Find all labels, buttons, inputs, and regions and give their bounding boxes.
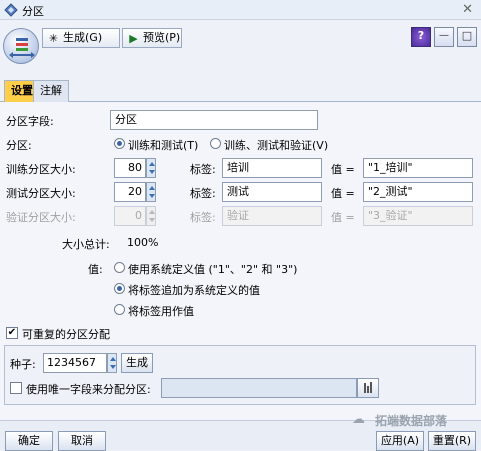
total-size-value: 100% (127, 236, 159, 249)
close-icon[interactable]: ✕ (462, 2, 473, 17)
tab-annotations[interactable]: 注解 (33, 80, 69, 102)
field-picker-button[interactable] (357, 378, 379, 398)
watermark-text: 拓端数据部落 (375, 414, 448, 428)
checkmark-icon: ✔ (7, 327, 17, 338)
radio-labels-as-values[interactable] (114, 304, 125, 315)
apply-button[interactable]: 应用(A) (376, 431, 424, 451)
training-value-input[interactable]: "1_培训" (363, 158, 473, 178)
testing-value-label: 值 = (331, 187, 355, 200)
training-tag-label: 标签: (190, 163, 216, 176)
preview-button[interactable]: ▶ 预览(P) (122, 28, 182, 48)
validation-value-label: 值 = (331, 211, 355, 224)
testing-size-stepper[interactable] (146, 182, 156, 202)
generate-star-icon: ✳ (48, 32, 59, 45)
validation-size-spinner[interactable]: 0 (114, 206, 146, 226)
tab-strip: 设置 注解 (0, 80, 481, 103)
seed-input[interactable]: 1234567 (43, 353, 107, 373)
validation-value-input[interactable]: "3_验证" (363, 206, 473, 226)
title-bar: 分区 ✕ (0, 0, 481, 20)
radio-system-values[interactable] (114, 262, 125, 273)
generate-label: 生成(G) (63, 31, 103, 44)
radio-labels-as-values-label: 将标签用作值 (128, 305, 194, 318)
ok-button[interactable]: 确定 (5, 431, 53, 451)
cancel-button[interactable]: 取消 (58, 431, 106, 451)
training-size-spinner[interactable]: 80 (114, 158, 146, 178)
maximize-icon: □ (461, 29, 473, 42)
training-size-stepper[interactable] (146, 158, 156, 178)
radio-train-test-validate[interactable] (210, 138, 221, 149)
unique-field-checkbox[interactable] (10, 382, 22, 394)
window-title: 分区 (22, 5, 44, 18)
help-icon: ? (417, 29, 425, 42)
app-diamond-icon (4, 3, 18, 17)
tab-settings-label: 设置 (11, 84, 33, 97)
values-label: 值: (88, 263, 103, 276)
minimize-icon: — (439, 30, 449, 41)
field-picker-icon (364, 382, 372, 393)
validation-size-label: 验证分区大小: (6, 211, 76, 224)
repeatable-checkbox[interactable]: ✔ (6, 327, 18, 339)
training-size-label: 训练分区大小: (6, 163, 76, 176)
radio-train-test-validate-label: 训练、测试和验证(V) (224, 139, 329, 152)
radio-append-labels-label: 将标签追加为系统定义的值 (128, 284, 260, 297)
validation-tag-input[interactable]: 验证 (222, 206, 322, 226)
tab-annotations-label: 注解 (40, 84, 62, 97)
validation-size-stepper[interactable] (146, 206, 156, 226)
unique-field-label: 使用唯一字段来分配分区: (26, 383, 151, 396)
watermark-icon: ☁ (352, 412, 365, 427)
training-value-label: 值 = (331, 163, 355, 176)
partition-node-icon (3, 28, 39, 64)
validation-tag-label: 标签: (190, 211, 216, 224)
testing-size-label: 测试分区大小: (6, 187, 76, 200)
testing-value-input[interactable]: "2_测试" (363, 182, 473, 202)
testing-tag-input[interactable]: 测试 (222, 182, 322, 202)
radio-append-labels[interactable] (114, 283, 125, 294)
unique-field-input[interactable] (161, 378, 357, 398)
seed-stepper[interactable] (107, 353, 117, 373)
radio-train-test[interactable] (114, 138, 125, 149)
partition-field-label: 分区字段: (6, 115, 54, 128)
seed-label: 种子: (10, 358, 36, 371)
seed-generate-button[interactable]: 生成 (121, 353, 153, 373)
training-tag-input[interactable]: 培训 (222, 158, 322, 178)
preview-label: 预览(P) (143, 31, 181, 44)
settings-panel: 分区字段: 分区 分区: 训练和测试(T) 训练、测试和验证(V) 训练分区大小… (0, 102, 481, 420)
radio-train-test-label: 训练和测试(T) (128, 139, 199, 152)
total-size-label: 大小总计: (62, 238, 110, 251)
testing-size-spinner[interactable]: 20 (114, 182, 146, 202)
minimize-button[interactable]: — (434, 27, 454, 47)
preview-play-icon: ▶ (129, 32, 138, 45)
generate-button[interactable]: ✳ 生成(G) (42, 28, 120, 48)
radio-system-values-label: 使用系统定义值 ("1"、"2" 和 "3") (128, 263, 298, 276)
repeatable-group: 种子: 1234567 生成 使用唯一字段来分配分区: (4, 345, 476, 405)
repeatable-label: 可重复的分区分配 (22, 328, 110, 341)
partition-mode-label: 分区: (6, 139, 32, 152)
testing-tag-label: 标签: (190, 187, 216, 200)
maximize-button[interactable]: □ (457, 27, 477, 47)
reset-button[interactable]: 重置(R) (428, 431, 476, 451)
partition-glyph-icon (9, 38, 35, 58)
partition-field-input[interactable]: 分区 (110, 110, 318, 130)
help-button[interactable]: ? (411, 27, 431, 47)
